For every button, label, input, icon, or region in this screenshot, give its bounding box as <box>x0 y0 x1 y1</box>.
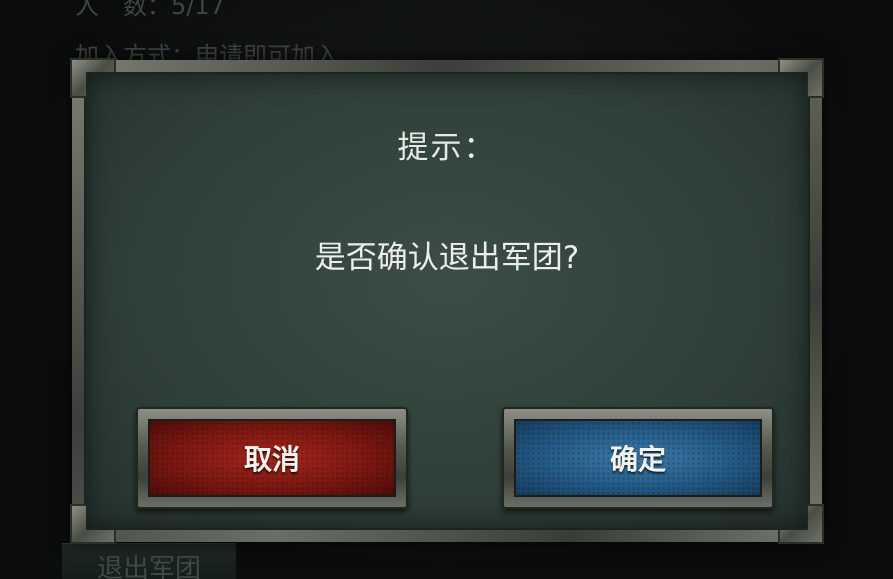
members-count-text: 人 数：5/17 <box>75 0 225 20</box>
frame-corner-ornament <box>778 504 824 544</box>
confirm-button[interactable]: 确定 <box>514 419 762 497</box>
game-screen: 人 数：5/17 加入方式：申请即可加入 退出军团 提示： 是否确认退出军团? … <box>0 0 893 579</box>
confirm-button-frame: 确定 <box>502 407 774 509</box>
frame-corner-ornament <box>70 504 116 544</box>
cancel-button[interactable]: 取消 <box>148 419 396 497</box>
quit-legion-button: 退出军团 <box>62 543 236 579</box>
cancel-button-frame: 取消 <box>136 407 408 509</box>
dialog-title: 提示： <box>397 130 497 166</box>
dialog-message: 是否确认退出军团? <box>314 240 580 276</box>
confirm-dialog: 提示： 是否确认退出军团? 取消 确定 <box>70 58 824 544</box>
frame-corner-ornament <box>70 58 116 98</box>
frame-corner-ornament <box>778 58 824 98</box>
